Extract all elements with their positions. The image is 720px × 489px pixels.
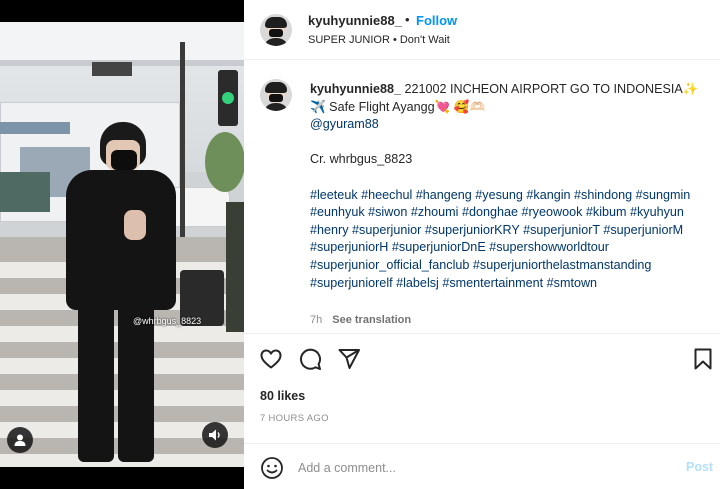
hashtag-link[interactable]: #superjuniorelf [310, 276, 393, 290]
paper-plane-icon [338, 349, 360, 369]
hashtag-link[interactable]: #yesung [475, 188, 523, 202]
likes-count[interactable]: 80 likes [260, 389, 305, 403]
hashtag-link[interactable]: #kangin [526, 188, 570, 202]
hashtag-link[interactable]: #supershowworldtour [489, 240, 609, 254]
post-comment-button[interactable]: Post [686, 460, 713, 474]
hashtag-link[interactable]: #leeteuk [310, 188, 358, 202]
hashtag-link[interactable]: #superjunior [352, 223, 421, 237]
username-link[interactable]: kyuhyunnie88_ [308, 13, 402, 28]
hashtag-link[interactable]: #superjuniorT [523, 223, 600, 237]
post-timestamp[interactable]: 7 HOURS AGO [260, 413, 329, 424]
photo-watermark: @whrbgus_8823 [133, 316, 202, 326]
hashtag-link[interactable]: #heechul [361, 188, 412, 202]
user-tags-button[interactable] [7, 427, 33, 453]
avatar[interactable] [260, 14, 292, 46]
bookmark-icon [694, 348, 712, 370]
hashtag-link[interactable]: #kyuhyun [630, 205, 684, 219]
caption-avatar[interactable] [260, 79, 292, 111]
hashtag-link[interactable]: #labelsj [396, 276, 439, 290]
speaker-icon [209, 429, 220, 441]
mention-link[interactable]: @gyuram88 [310, 117, 379, 131]
hashtag-link[interactable]: #shindong [574, 188, 632, 202]
hashtag-link[interactable]: #superjuniorDnE [392, 240, 486, 254]
heart-icon [260, 349, 282, 369]
hashtag-link[interactable]: #superjuniorKRY [425, 223, 520, 237]
caption-age[interactable]: 7h [310, 314, 322, 326]
sound-toggle-button[interactable] [202, 422, 228, 448]
hashtag-link[interactable]: #siwon [368, 205, 407, 219]
post-caption: kyuhyunnie88_ 221002 INCHEON AIRPORT GO … [310, 81, 708, 292]
like-button[interactable] [258, 346, 284, 372]
hashtag-link[interactable]: #ryeowook [521, 205, 582, 219]
hashtag-link[interactable]: #superjunior_official_fanclub [310, 258, 469, 272]
hashtag-link[interactable]: #smentertainment [442, 276, 543, 290]
user-icon [14, 434, 26, 446]
emoji-button[interactable] [260, 456, 284, 480]
hashtag-link[interactable]: #kibum [586, 205, 627, 219]
caption-username-link[interactable]: kyuhyunnie88_ [310, 82, 401, 96]
action-bar: 80 likes 7 HOURS AGO [244, 333, 720, 451]
separator-dot: • [405, 12, 410, 27]
comments-section[interactable]: kyuhyunnie88_ 221002 INCHEON AIRPORT GO … [244, 61, 720, 333]
hashtag-list: #leeteuk #heechul #hangeng #yesung #kang… [310, 187, 708, 293]
caption-meta: 7h See translation [310, 314, 411, 326]
save-button[interactable] [690, 346, 716, 372]
hashtag-link[interactable]: #zhoumi [411, 205, 459, 219]
hashtag-link[interactable]: #superjuniorthelastmanstanding [473, 258, 652, 272]
post-photo [0, 22, 244, 467]
share-button[interactable] [336, 346, 362, 372]
post-details: kyuhyunnie88_ • Follow SUPER JUNIOR • Do… [244, 0, 720, 489]
hashtag-link[interactable]: #eunhyuk [310, 205, 365, 219]
follow-button[interactable]: Follow [416, 13, 457, 28]
caption-credit: Cr. whrbgus_8823 [310, 152, 413, 167]
comment-button[interactable] [297, 346, 323, 372]
see-translation-button[interactable]: See translation [332, 314, 411, 326]
hashtag-link[interactable]: #smtown [547, 276, 597, 290]
hashtag-link[interactable]: #hangeng [416, 188, 472, 202]
hashtag-link[interactable]: #donghae [462, 205, 518, 219]
add-comment-bar: Post [244, 443, 720, 489]
post-header: kyuhyunnie88_ • Follow SUPER JUNIOR • Do… [244, 0, 720, 60]
post-media[interactable]: @whrbgus_8823 [0, 0, 244, 489]
hashtag-link[interactable]: #henry [310, 223, 349, 237]
hashtag-link[interactable]: #superjuniorM [603, 223, 683, 237]
hashtag-link[interactable]: #sungmin [636, 188, 691, 202]
audio-link[interactable]: SUPER JUNIOR • Don't Wait [308, 34, 450, 46]
hashtag-link[interactable]: #superjuniorH [310, 240, 388, 254]
comment-input[interactable] [298, 456, 668, 480]
comment-icon [300, 348, 322, 370]
smiley-icon [261, 457, 283, 479]
